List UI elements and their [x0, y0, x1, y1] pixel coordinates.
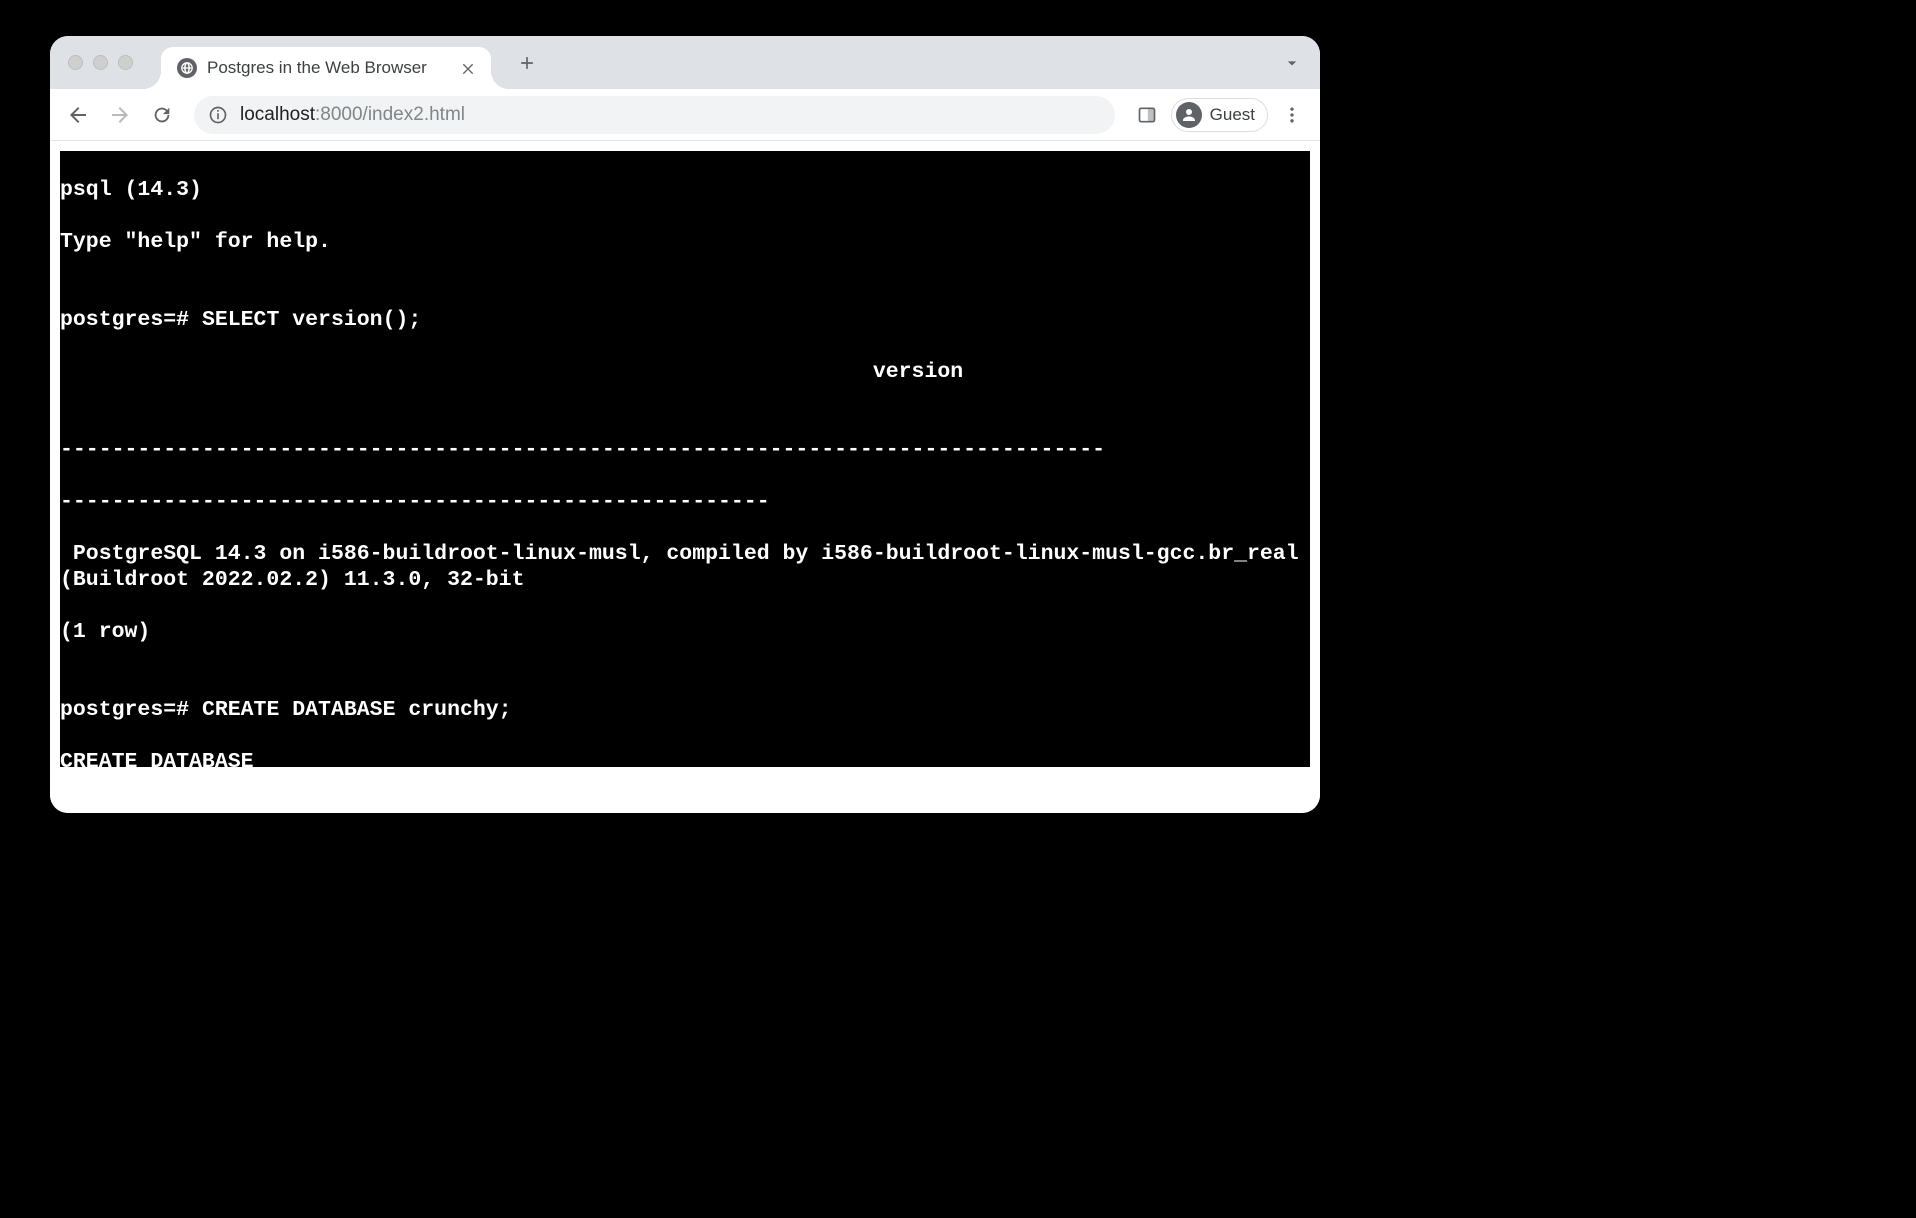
- url-host: localhost: [240, 104, 315, 125]
- window-controls: [68, 55, 133, 70]
- tab-title: Postgres in the Web Browser: [207, 58, 449, 78]
- reload-button[interactable]: [144, 97, 180, 133]
- terminal[interactable]: psql (14.3) Type "help" for help. postgr…: [60, 151, 1310, 767]
- browser-tab[interactable]: Postgres in the Web Browser: [161, 47, 491, 89]
- url-text: localhost:8000/index2.html: [240, 104, 465, 126]
- terminal-rule: ----------------------------------------…: [60, 437, 1310, 463]
- tab-close-button[interactable]: [459, 59, 477, 77]
- sql-command: SELECT version();: [202, 308, 421, 332]
- back-button[interactable]: [60, 97, 96, 133]
- tabs-dropdown-button[interactable]: [1276, 47, 1308, 79]
- globe-icon: [177, 58, 197, 78]
- terminal-line: psql (14.3): [60, 177, 1310, 203]
- terminal-line: Type "help" for help.: [60, 229, 1310, 255]
- terminal-line: postgres=# SELECT version();: [60, 307, 1310, 333]
- address-bar[interactable]: localhost:8000/index2.html: [194, 96, 1115, 134]
- terminal-line: (1 row): [60, 619, 1310, 645]
- terminal-line: postgres=# CREATE DATABASE crunchy;: [60, 697, 1310, 723]
- forward-button[interactable]: [102, 97, 138, 133]
- window-zoom-button[interactable]: [118, 55, 133, 70]
- terminal-line: CREATE DATABASE: [60, 749, 1310, 767]
- page-content: psql (14.3) Type "help" for help. postgr…: [50, 141, 1320, 813]
- browser-toolbar: localhost:8000/index2.html Guest: [50, 89, 1320, 141]
- terminal-line: PostgreSQL 14.3 on i586-buildroot-linux-…: [60, 541, 1310, 593]
- terminal-rule: ----------------------------------------…: [60, 489, 1310, 515]
- profile-button[interactable]: Guest: [1171, 98, 1268, 132]
- browser-window: Postgres in the Web Browser: [50, 36, 1320, 813]
- tab-strip: Postgres in the Web Browser: [50, 36, 1320, 89]
- prompt: postgres=#: [60, 698, 202, 722]
- new-tab-button[interactable]: [511, 47, 543, 79]
- profile-label: Guest: [1210, 105, 1255, 125]
- window-minimize-button[interactable]: [93, 55, 108, 70]
- terminal-line: version: [60, 359, 1310, 385]
- prompt: postgres=#: [60, 308, 202, 332]
- person-icon: [1176, 102, 1202, 128]
- window-close-button[interactable]: [68, 55, 83, 70]
- side-panel-button[interactable]: [1129, 97, 1165, 133]
- browser-menu-button[interactable]: [1274, 97, 1310, 133]
- site-info-icon[interactable]: [208, 105, 228, 125]
- url-path: :8000/index2.html: [315, 104, 465, 125]
- sql-command: CREATE DATABASE crunchy;: [202, 698, 512, 722]
